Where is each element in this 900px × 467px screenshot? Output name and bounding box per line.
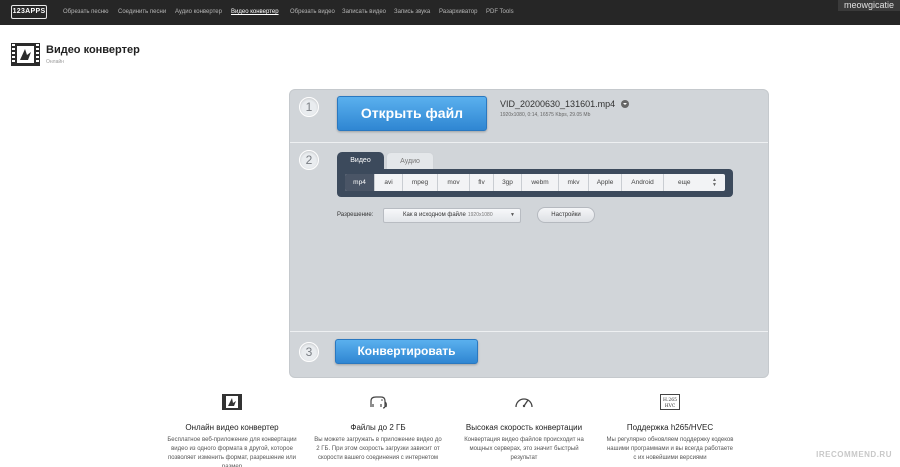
tab-audio[interactable]: Аудио: [386, 152, 434, 170]
step-number-1: 1: [299, 97, 319, 117]
format-apple[interactable]: Apple: [589, 174, 622, 191]
film-icon: [11, 43, 40, 66]
file-name: VID_20200630_131601.mp4: [500, 99, 630, 109]
step-number-3: 3: [299, 342, 319, 362]
resolution-select[interactable]: Как в исходном файле 1920x1080 ▼: [383, 208, 521, 223]
converter-panel: 1 Открыть файл VID_20200630_131601.mp4 1…: [289, 89, 769, 378]
feature-title: Высокая скорость конвертации: [465, 423, 583, 432]
feature-speed: Высокая скорость конвертации Конвертация…: [459, 394, 589, 463]
resolution-label: Разрешение:: [337, 212, 374, 218]
nav-item-join-songs[interactable]: Соединить песни: [118, 0, 166, 25]
feature-text: Бесплатное веб-приложение для конвертаци…: [167, 437, 297, 467]
file-meta: 1920x1080, 0:14, 16575 Kbps, 29.05 Mb: [500, 112, 591, 118]
step1-section: 1 Открыть файл VID_20200630_131601.mp4 1…: [290, 90, 768, 142]
logo[interactable]: 123APPS: [11, 5, 47, 19]
file-name-text: VID_20200630_131601.mp4: [500, 99, 616, 109]
file-dropdown-icon[interactable]: [621, 99, 630, 108]
settings-button[interactable]: Настройки: [537, 207, 595, 223]
format-android[interactable]: Android: [622, 174, 664, 191]
resolution-dimensions: 1920x1080: [467, 212, 493, 218]
feature-hevc: H.265 HVC Поддержка h265/HVEC Мы регуляр…: [605, 394, 735, 463]
feature-online-converter: Онлайн видео конвертер Бесплатное веб-пр…: [167, 394, 297, 467]
watermark: meowgicatie: [837, 0, 900, 11]
format-webm[interactable]: webm: [522, 174, 559, 191]
format-mkv[interactable]: mkv: [559, 174, 589, 191]
top-navigation: 123APPS Обрезать песню Соединить песни А…: [0, 0, 900, 25]
feature-text: Конвертация видео файлов происходит на м…: [464, 437, 584, 461]
format-mov[interactable]: mov: [438, 174, 470, 191]
hevc-badge-line1: H.265: [663, 397, 677, 403]
resolution-value: Как в исходном файле: [403, 212, 466, 218]
convert-button[interactable]: Конвертировать: [335, 339, 478, 364]
page-subtitle: Онлайн: [46, 59, 64, 65]
chevron-down-icon: ▼: [510, 212, 515, 218]
nav-item-record-audio[interactable]: Запись звука: [394, 0, 430, 25]
nav-item-trim-song[interactable]: Обрезать песню: [63, 0, 109, 25]
nav-item-pdf-tools[interactable]: PDF Tools: [486, 0, 514, 25]
format-list: mp4 avi mpeg mov flv 3gp webm mkv Apple …: [345, 174, 725, 191]
feature-title: Поддержка h265/HVEC: [626, 423, 714, 432]
irecommend-watermark: IRECOMMEND.RU: [816, 450, 892, 459]
feature-text: Вы можете загружать в приложение видео д…: [314, 437, 442, 461]
feature-title: Онлайн видео конвертер: [185, 423, 279, 432]
feature-file-size: Файлы до 2 ГБ Вы можете загружать в прил…: [313, 394, 443, 463]
format-mp4[interactable]: mp4: [345, 174, 375, 191]
divider: [290, 142, 768, 143]
nav-item-video-converter[interactable]: Видео конвертер: [231, 0, 279, 25]
format-more-label: еще: [678, 179, 691, 186]
format-3gp[interactable]: 3gp: [494, 174, 522, 191]
page-title: Видео конвертер: [46, 44, 140, 56]
hevc-badge-line2: HVC: [665, 403, 676, 409]
hevc-icon: H.265 HVC: [660, 394, 680, 410]
format-more-dropdown[interactable]: еще ▲ ▼: [664, 174, 725, 191]
step3-section: 3 Конвертировать: [290, 332, 768, 377]
step-number-2: 2: [299, 150, 319, 170]
format-bar: mp4 avi mpeg mov flv 3gp webm mkv Apple …: [337, 169, 733, 197]
format-avi[interactable]: avi: [375, 174, 403, 191]
open-file-button[interactable]: Открыть файл: [337, 96, 487, 131]
format-mpeg[interactable]: mpeg: [403, 174, 438, 191]
nav-item-audio-converter[interactable]: Аудио конвертер: [175, 0, 222, 25]
tab-video[interactable]: Видео: [337, 152, 384, 170]
speedometer-icon: [515, 398, 533, 408]
format-flv[interactable]: flv: [470, 174, 494, 191]
nav-item-record-video[interactable]: Записать видео: [342, 0, 386, 25]
elephant-icon: [370, 396, 387, 409]
nav-item-unarchiver[interactable]: Разархиватор: [439, 0, 477, 25]
film-icon: [222, 394, 242, 410]
feature-title: Файлы до 2 ГБ: [350, 423, 406, 432]
up-down-arrows-icon: ▲ ▼: [712, 177, 717, 188]
nav-item-trim-video[interactable]: Обрезать видео: [290, 0, 335, 25]
feature-text: Мы регулярно обновляем поддержку кодеков…: [606, 437, 734, 461]
